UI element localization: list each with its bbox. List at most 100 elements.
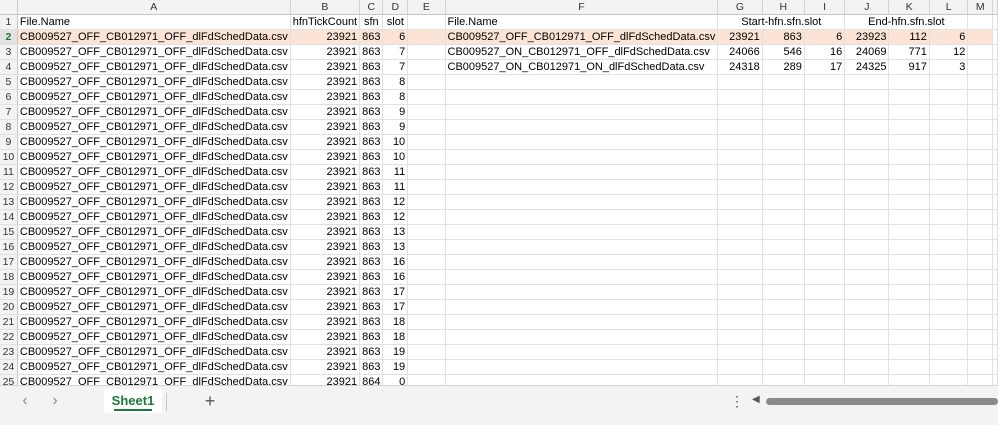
cell-i25[interactable]	[804, 374, 846, 385]
cell-b23[interactable]: 23921	[290, 344, 361, 360]
cell-a24[interactable]: CB009527_OFF_CB012971_OFF_dlFdSchedData.…	[17, 359, 291, 375]
cell-j8[interactable]	[844, 119, 890, 135]
cell-j1[interactable]: End-hfn.sfn.slot	[844, 14, 969, 30]
column-header-d[interactable]: D	[382, 0, 409, 15]
cell-m4[interactable]	[967, 59, 993, 75]
cell-d12[interactable]: 11	[382, 179, 409, 195]
cell-b19[interactable]: 23921	[290, 284, 361, 300]
cell-c18[interactable]: 863	[359, 269, 384, 285]
cell-c11[interactable]: 863	[359, 164, 384, 180]
cell-l22[interactable]	[929, 329, 969, 345]
column-header-m[interactable]: M	[967, 0, 993, 15]
cell-d5[interactable]: 8	[382, 74, 409, 90]
cell-j6[interactable]	[844, 89, 890, 105]
cell-a13[interactable]: CB009527_OFF_CB012971_OFF_dlFdSchedData.…	[17, 194, 291, 210]
cell-b15[interactable]: 23921	[290, 224, 361, 240]
cell-j12[interactable]	[844, 179, 890, 195]
cell-c6[interactable]: 863	[359, 89, 384, 105]
cell-k23[interactable]	[888, 344, 930, 360]
cell-b20[interactable]: 23921	[290, 299, 361, 315]
cell-g7[interactable]	[717, 104, 763, 120]
cell-d15[interactable]: 13	[382, 224, 409, 240]
cell-c12[interactable]: 863	[359, 179, 384, 195]
cell-j10[interactable]	[844, 149, 890, 165]
cell-k11[interactable]	[888, 164, 930, 180]
cell-i22[interactable]	[804, 329, 846, 345]
cell-g24[interactable]	[717, 359, 763, 375]
row-header[interactable]: 5	[0, 74, 18, 90]
cell-i15[interactable]	[804, 224, 846, 240]
cell-h19[interactable]	[762, 284, 805, 300]
cell-d17[interactable]: 16	[382, 254, 409, 270]
cell-b17[interactable]: 23921	[290, 254, 361, 270]
cell-l14[interactable]	[929, 209, 969, 225]
cell-f23[interactable]	[445, 344, 719, 360]
cell-f20[interactable]	[445, 299, 719, 315]
cell-a8[interactable]: CB009527_OFF_CB012971_OFF_dlFdSchedData.…	[17, 119, 291, 135]
cell-e11[interactable]	[407, 164, 446, 180]
cell-f24[interactable]	[445, 359, 719, 375]
cell-i8[interactable]	[804, 119, 846, 135]
cell-d21[interactable]: 18	[382, 314, 409, 330]
cell-e3[interactable]	[407, 44, 446, 60]
cell-l12[interactable]	[929, 179, 969, 195]
cell-d8[interactable]: 9	[382, 119, 409, 135]
cell-h10[interactable]	[762, 149, 805, 165]
cell-g2[interactable]: 23921	[717, 29, 763, 45]
cell-l25[interactable]	[929, 374, 969, 385]
cell-e17[interactable]	[407, 254, 446, 270]
cell-k6[interactable]	[888, 89, 930, 105]
cell-d1[interactable]: slot	[382, 14, 409, 30]
cell-g3[interactable]: 24066	[717, 44, 763, 60]
cell-b21[interactable]: 23921	[290, 314, 361, 330]
cell-e7[interactable]	[407, 104, 446, 120]
cell-a2[interactable]: CB009527_OFF_CB012971_OFF_dlFdSchedData.…	[17, 29, 291, 45]
column-header-e[interactable]: E	[407, 0, 446, 15]
cell-i3[interactable]: 16	[804, 44, 846, 60]
row-header[interactable]: 8	[0, 119, 18, 135]
cell-c20[interactable]: 863	[359, 299, 384, 315]
cell-d10[interactable]: 10	[382, 149, 409, 165]
column-header-f[interactable]: F	[445, 0, 719, 15]
cell-m1[interactable]	[967, 14, 993, 30]
cell-b7[interactable]: 23921	[290, 104, 361, 120]
cell-h5[interactable]	[762, 74, 805, 90]
cell-e25[interactable]	[407, 374, 446, 385]
cell-m24[interactable]	[967, 359, 993, 375]
cell-j15[interactable]	[844, 224, 890, 240]
cell-c7[interactable]: 863	[359, 104, 384, 120]
cell-h7[interactable]	[762, 104, 805, 120]
cell-a18[interactable]: CB009527_OFF_CB012971_OFF_dlFdSchedData.…	[17, 269, 291, 285]
cell-c19[interactable]: 863	[359, 284, 384, 300]
row-header[interactable]: 14	[0, 209, 18, 225]
cell-a6[interactable]: CB009527_OFF_CB012971_OFF_dlFdSchedData.…	[17, 89, 291, 105]
row-header[interactable]: 1	[0, 14, 18, 30]
cell-j19[interactable]	[844, 284, 890, 300]
cell-l18[interactable]	[929, 269, 969, 285]
cell-e4[interactable]	[407, 59, 446, 75]
cell-l2[interactable]: 6	[929, 29, 969, 45]
cell-l17[interactable]	[929, 254, 969, 270]
cell-m20[interactable]	[967, 299, 993, 315]
cell-k4[interactable]: 917	[888, 59, 930, 75]
cell-f8[interactable]	[445, 119, 719, 135]
cell-g13[interactable]	[717, 194, 763, 210]
cell-c3[interactable]: 863	[359, 44, 384, 60]
cell-f18[interactable]	[445, 269, 719, 285]
cell-k16[interactable]	[888, 239, 930, 255]
cell-a25[interactable]: CB009527_OFF_CB012971_OFF_dlFdSchedData.…	[17, 374, 291, 385]
cell-m8[interactable]	[967, 119, 993, 135]
cell-b22[interactable]: 23921	[290, 329, 361, 345]
cell-e16[interactable]	[407, 239, 446, 255]
cell-l13[interactable]	[929, 194, 969, 210]
row-header[interactable]: 15	[0, 224, 18, 240]
row-header[interactable]: 4	[0, 59, 18, 75]
cell-a7[interactable]: CB009527_OFF_CB012971_OFF_dlFdSchedData.…	[17, 104, 291, 120]
cell-j18[interactable]	[844, 269, 890, 285]
cell-l21[interactable]	[929, 314, 969, 330]
cell-j5[interactable]	[844, 74, 890, 90]
cell-i7[interactable]	[804, 104, 846, 120]
cell-a15[interactable]: CB009527_OFF_CB012971_OFF_dlFdSchedData.…	[17, 224, 291, 240]
cell-e23[interactable]	[407, 344, 446, 360]
cell-a12[interactable]: CB009527_OFF_CB012971_OFF_dlFdSchedData.…	[17, 179, 291, 195]
